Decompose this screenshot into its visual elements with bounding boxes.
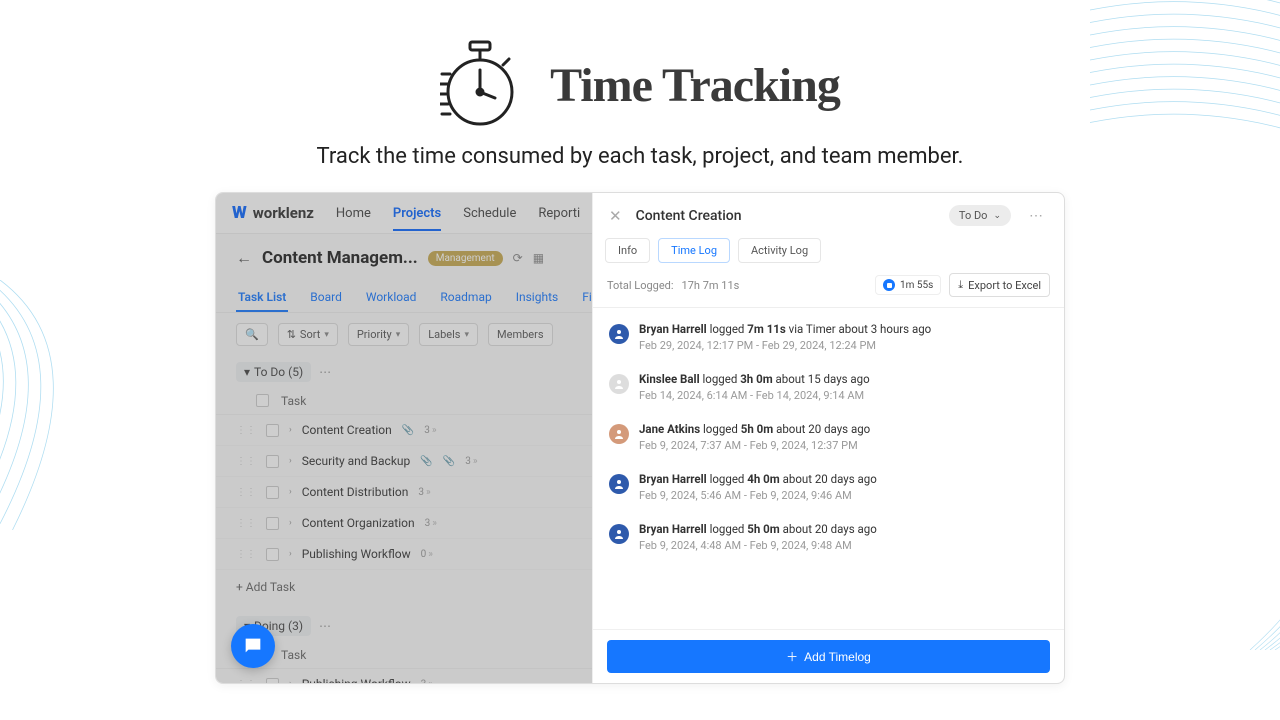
total-logged-value: 17h 7m 11s [682,279,740,292]
decorative-lines [0,280,150,530]
log-range: Feb 9, 2024, 5:46 AM - Feb 9, 2024, 9:46… [639,489,877,502]
stopwatch-icon [440,40,520,130]
task-detail-panel: ✕ Content Creation To Do⌄ ⋯ Info Time Lo… [592,193,1064,683]
app-screenshot: Wworklenz Home Projects Schedule Reporti… [215,192,1065,684]
log-duration: 7m 11s [747,322,786,336]
log-duration: 5h 0m [741,422,773,436]
log-meta: about 20 days ago [776,422,870,436]
log-meta: about 20 days ago [783,522,877,536]
log-user: Kinslee Ball [639,372,700,386]
timelog-item: Bryan Harrell logged 4h 0m about 20 days… [593,462,1064,512]
tab-timelog[interactable]: Time Log [658,238,730,263]
log-verb: logged [710,522,745,536]
download-icon: ⤓ [958,278,963,292]
log-range: Feb 29, 2024, 12:17 PM - Feb 29, 2024, 1… [639,339,931,352]
log-range: Feb 9, 2024, 4:48 AM - Feb 9, 2024, 9:48… [639,539,877,552]
plus-icon: ＋ [786,648,798,665]
timelog-item: Jane Atkins logged 5h 0m about 20 days a… [593,412,1064,462]
log-meta: about 15 days ago [776,372,870,386]
running-timer[interactable]: 1m 55s [875,275,941,295]
log-user: Bryan Harrell [639,522,707,536]
log-user: Bryan Harrell [639,472,707,486]
more-menu[interactable]: ⋯ [1025,208,1048,224]
chat-launcher[interactable] [231,624,275,668]
log-verb: logged [710,322,745,336]
log-verb: logged [710,472,745,486]
log-verb: logged [702,372,737,386]
log-duration: 3h 0m [740,372,772,386]
avatar [609,524,629,544]
add-timelog-button[interactable]: ＋ Add Timelog [607,640,1050,673]
log-range: Feb 9, 2024, 7:37 AM - Feb 9, 2024, 12:3… [639,439,870,452]
tab-info[interactable]: Info [605,238,650,263]
log-user: Jane Atkins [639,422,700,436]
export-button[interactable]: ⤓ Export to Excel [949,273,1050,297]
log-meta: about 20 days ago [783,472,877,486]
timelog-item: Bryan Harrell logged 7m 11s via Timer ab… [593,312,1064,362]
log-range: Feb 14, 2024, 6:14 AM - Feb 14, 2024, 9:… [639,389,870,402]
log-verb: logged [703,422,738,436]
log-duration: 5h 0m [747,522,779,536]
timelog-item: Bryan Harrell logged 5h 0m about 20 days… [593,512,1064,562]
total-logged-label: Total Logged: [607,279,674,292]
close-icon[interactable]: ✕ [609,207,622,225]
timelog-list: Bryan Harrell logged 7m 11s via Timer ab… [593,307,1064,629]
avatar [609,474,629,494]
timelog-item: Kinslee Ball logged 3h 0m about 15 days … [593,362,1064,412]
avatar [609,324,629,344]
log-user: Bryan Harrell [639,322,707,336]
stop-timer-icon[interactable] [883,279,895,291]
decorative-lines [1080,300,1280,650]
status-dropdown[interactable]: To Do⌄ [949,205,1011,226]
page-subtitle: Track the time consumed by each task, pr… [0,144,1280,169]
page-title: Time Tracking [550,58,840,113]
avatar [609,424,629,444]
log-duration: 4h 0m [747,472,779,486]
avatar [609,374,629,394]
task-title: Content Creation [636,208,935,224]
tab-activitylog[interactable]: Activity Log [738,238,821,263]
log-meta: via Timer about 3 hours ago [789,322,932,336]
